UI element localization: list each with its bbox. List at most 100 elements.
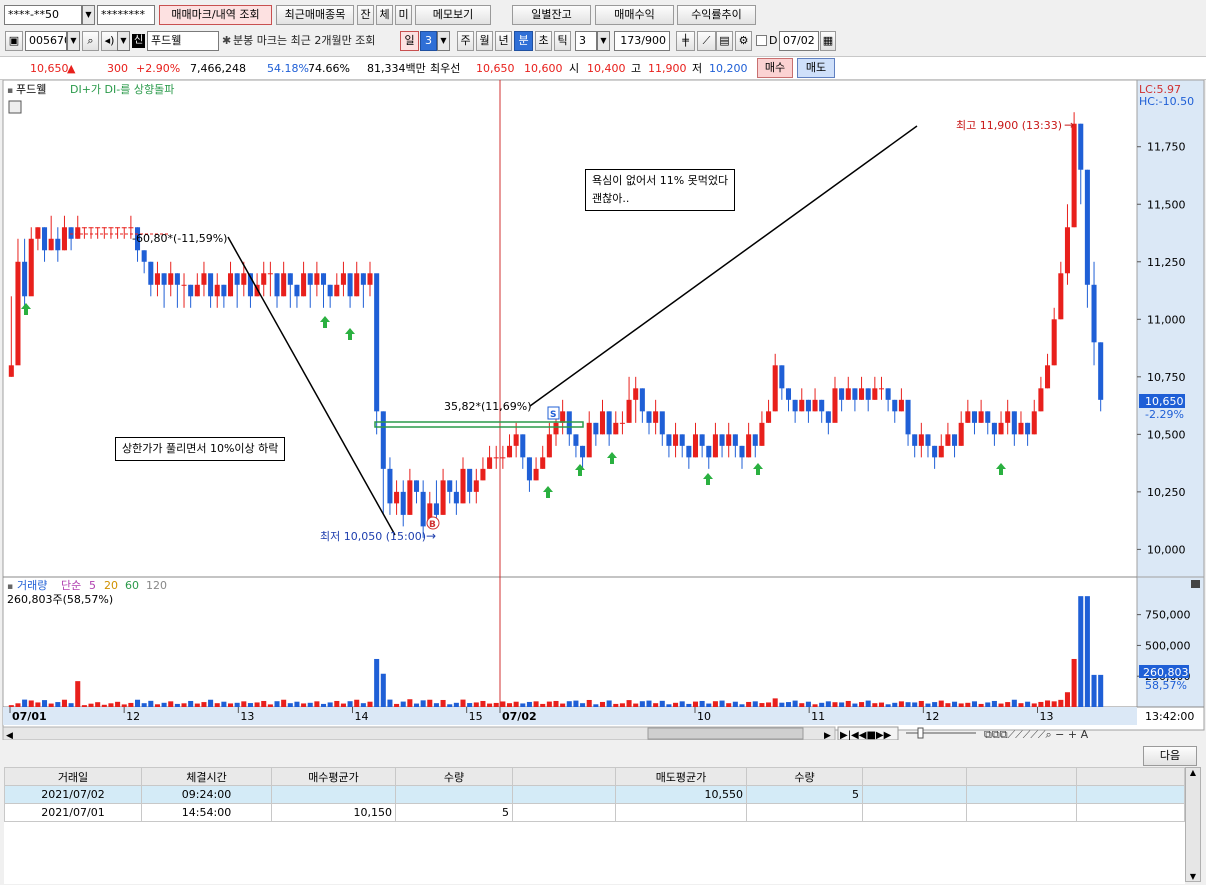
sound-dropdown[interactable]: ▼ xyxy=(117,31,130,51)
volume-bar xyxy=(453,702,459,707)
buy-button[interactable]: 매수 xyxy=(757,58,793,78)
daily-balance-button[interactable]: 일별잔고 xyxy=(512,5,591,25)
candle-body xyxy=(453,491,459,504)
volume-bar xyxy=(586,699,592,707)
volume-ratio-1: 54.18% xyxy=(267,62,309,75)
candle-body xyxy=(188,284,194,297)
interval-dropdown[interactable]: ▼ xyxy=(597,31,610,51)
period-day-dropdown[interactable]: ▼ xyxy=(437,31,450,51)
scrollbar-thumb[interactable] xyxy=(647,727,804,740)
period-month-button[interactable]: 월 xyxy=(476,31,493,51)
candle-body xyxy=(294,284,300,297)
volume-bar xyxy=(460,699,466,707)
close-panel-icon[interactable] xyxy=(1191,580,1200,588)
stock-code-dropdown[interactable]: ▼ xyxy=(67,31,80,51)
candle-body xyxy=(613,422,619,435)
time-tick-label: 07/01 xyxy=(12,710,47,723)
scroll-up-icon[interactable]: ▲ xyxy=(1186,768,1200,777)
period-minute-button[interactable]: 분 xyxy=(514,31,533,51)
sound-button[interactable]: ◂) xyxy=(101,31,118,51)
volume-bar xyxy=(772,698,778,707)
volume-bar xyxy=(892,702,898,707)
period-tick-button[interactable]: 틱 xyxy=(554,31,571,51)
balance-tab-button[interactable]: 잔 xyxy=(357,5,374,25)
chart-tools-icons[interactable]: ⧉⧉⧉⟋⟋⟋⟋⟋⌕ − + A xyxy=(984,728,1089,740)
date-checkbox[interactable] xyxy=(756,35,767,46)
col-header-buy-qty[interactable]: 수량 xyxy=(395,767,513,786)
vertical-scrollbar[interactable]: ▲ ▼ xyxy=(1185,767,1201,882)
volume-bar xyxy=(327,702,333,707)
candle-body xyxy=(15,261,21,366)
low-price-label: 최저 10,050 (15:00) xyxy=(320,530,426,543)
scroll-down-icon[interactable]: ▼ xyxy=(1186,872,1200,881)
candle-body xyxy=(659,411,665,435)
col-header-trade-date[interactable]: 거래일 xyxy=(4,767,142,786)
annotation-box-2[interactable]: 욕심이 없어서 11% 못먹었다 괜찮아.. xyxy=(585,169,736,211)
table-row[interactable]: 2021/07/02 09:24:00 10,550 5 xyxy=(4,785,1185,804)
candle-body xyxy=(872,388,878,400)
date-input[interactable]: 07/02 xyxy=(779,31,819,51)
annotation-box-1[interactable]: 상한가가 풀리면서 10%이상 하락 xyxy=(115,437,286,461)
account-dropdown-button[interactable]: ▼ xyxy=(82,5,95,25)
playback-controls[interactable]: ▶|◀◀■▶▶ xyxy=(837,726,899,740)
period-second-button[interactable]: 초 xyxy=(535,31,552,51)
col-header-buy-avg[interactable]: 매수평균가 xyxy=(271,767,396,786)
scroll-right-icon[interactable]: ▶ xyxy=(824,731,831,740)
period-year-button[interactable]: 년 xyxy=(495,31,512,51)
volume-bar xyxy=(188,700,194,707)
high-label: 고 xyxy=(631,62,642,75)
table-toggle-icon[interactable] xyxy=(8,100,22,114)
sell-button[interactable]: 매도 xyxy=(797,58,835,78)
period-week-button[interactable]: 주 xyxy=(457,31,474,51)
candle-body xyxy=(825,411,831,423)
data-count-field[interactable]: 173/900 xyxy=(614,31,670,51)
candle-body xyxy=(732,434,738,446)
candle-body xyxy=(340,273,346,285)
candle-body xyxy=(174,273,180,285)
unfilled-tab-button[interactable]: 미 xyxy=(395,5,412,25)
volume-bar xyxy=(148,700,154,707)
volume-bar xyxy=(95,702,101,707)
period-day-count[interactable]: 3 xyxy=(420,31,437,51)
col-header-sell-avg[interactable]: 매도평균가 xyxy=(615,767,747,786)
scroll-left-icon[interactable]: ◀ xyxy=(6,731,13,740)
volume-bar xyxy=(825,701,831,707)
col-header-sell-qty[interactable]: 수량 xyxy=(746,767,863,786)
candle-body xyxy=(845,388,851,400)
save-button[interactable]: ▤ xyxy=(716,31,733,51)
recent-trades-button[interactable]: 최근매매종목 xyxy=(276,5,354,25)
prev-icon[interactable]: ▶|◀◀■▶▶ xyxy=(840,730,892,740)
next-page-button[interactable]: 다음 xyxy=(1143,746,1197,766)
calendar-button[interactable]: ▦ xyxy=(820,31,836,51)
password-input[interactable]: ******** xyxy=(97,5,155,25)
period-day-button[interactable]: 일 xyxy=(400,31,419,51)
volume-bar xyxy=(819,702,825,707)
volume-bar xyxy=(1031,703,1037,707)
volume-bar xyxy=(845,700,851,707)
cell-buy-qty: 5 xyxy=(395,803,513,822)
draw-tool-button[interactable]: ⟋ xyxy=(697,31,716,51)
trade-profit-button[interactable]: 매매수익 xyxy=(595,5,674,25)
trade-history-table: 거래일 체결시간 매수평균가 수량 매도평균가 수량 2021/07/02 09… xyxy=(4,767,1185,884)
current-price-tag-pct: -2.29% xyxy=(1145,408,1184,421)
trade-mark-query-button[interactable]: 매매마크/내역 조회 xyxy=(159,5,272,25)
account-input[interactable]: ****-**50 xyxy=(4,5,82,25)
memo-view-button[interactable]: 메모보기 xyxy=(415,5,491,25)
candle-body xyxy=(234,273,240,285)
low-price: 10,200 xyxy=(709,62,748,75)
executed-tab-button[interactable]: 체 xyxy=(376,5,393,25)
candle-style-button[interactable]: ╪ xyxy=(676,31,695,51)
time-tick-label: 07/02 xyxy=(502,710,537,723)
search-button[interactable]: ⌕ xyxy=(82,31,99,51)
interval-input[interactable]: 3 xyxy=(575,31,597,51)
candle-body xyxy=(712,434,718,458)
window-icon-button[interactable]: ▣ xyxy=(5,31,23,51)
table-row[interactable]: 2021/07/01 14:54:00 10,150 5 xyxy=(4,803,1185,822)
settings-button[interactable]: ⚙ xyxy=(735,31,752,51)
stock-code-input[interactable]: 005670 xyxy=(25,31,67,51)
volume-bar xyxy=(208,699,214,707)
col-header-exec-time[interactable]: 체결시간 xyxy=(141,767,272,786)
candle-body xyxy=(121,227,127,229)
return-trend-button[interactable]: 수익률추이 xyxy=(677,5,756,25)
candle-body xyxy=(819,399,825,412)
